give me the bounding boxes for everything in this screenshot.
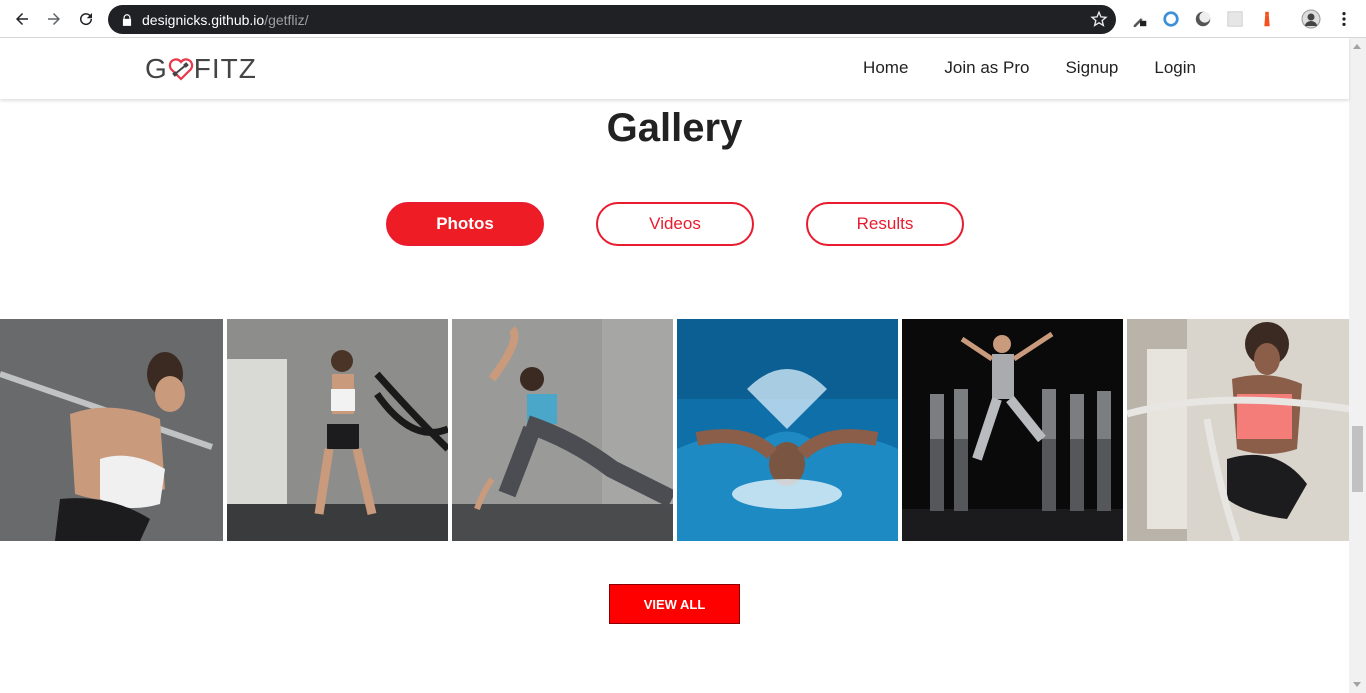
logo[interactable]: G FITZ <box>145 52 257 86</box>
lighthouse-extension-icon[interactable] <box>1257 9 1277 29</box>
photo-rope-workout[interactable] <box>1127 319 1349 541</box>
site-header: G FITZ Home Join as Pro Signup Login <box>0 38 1349 99</box>
more-menu-icon[interactable] <box>1334 9 1354 29</box>
grid-extension-icon[interactable] <box>1225 9 1245 29</box>
reload-icon[interactable] <box>74 7 98 31</box>
nav-signup[interactable]: Signup <box>1065 58 1118 78</box>
photo-butterfly-swimmer[interactable] <box>677 319 898 541</box>
browser-toolbar: designicks.github.io/getfliz/ <box>0 0 1366 38</box>
gallery-title: Gallery <box>606 106 743 150</box>
tab-results[interactable]: Results <box>806 202 964 246</box>
heart-dumbbell-icon <box>168 58 193 81</box>
nav-join-as-pro[interactable]: Join as Pro <box>944 58 1029 78</box>
gallery-tabs: Photos Videos Results <box>386 202 964 246</box>
scroll-up-icon[interactable] <box>1353 44 1361 49</box>
dark-mode-extension-icon[interactable] <box>1193 9 1213 29</box>
photo-dance-troupe[interactable] <box>902 319 1123 541</box>
nav-home[interactable]: Home <box>863 58 908 78</box>
profile-avatar-icon[interactable] <box>1301 9 1321 29</box>
address-bar[interactable]: designicks.github.io/getfliz/ <box>108 5 1116 34</box>
scroll-thumb[interactable] <box>1352 426 1363 492</box>
photo-lunge-stretch[interactable] <box>452 319 673 541</box>
back-icon[interactable] <box>10 7 34 31</box>
view-all-button[interactable]: VIEW ALL <box>609 584 740 624</box>
main-nav: Home Join as Pro Signup Login <box>863 58 1196 78</box>
photo-battle-ropes[interactable] <box>227 319 448 541</box>
scroll-down-icon[interactable] <box>1353 682 1361 687</box>
tab-videos[interactable]: Videos <box>596 202 754 246</box>
page-scrollbar[interactable] <box>1349 38 1366 693</box>
logo-text-right: FITZ <box>193 53 257 84</box>
nav-login[interactable]: Login <box>1154 58 1196 78</box>
bookmark-star-icon[interactable] <box>1090 10 1108 28</box>
logo-text-left: G <box>145 53 168 84</box>
forward-icon[interactable] <box>42 7 66 31</box>
lock-icon <box>122 13 132 26</box>
url-text: designicks.github.io/getfliz/ <box>142 11 309 28</box>
eyedropper-extension-icon[interactable] <box>1130 9 1150 29</box>
photo-strip <box>0 319 1349 541</box>
refresh-extension-icon[interactable] <box>1161 9 1181 29</box>
tab-photos[interactable]: Photos <box>386 202 544 246</box>
photo-barbell-squat[interactable] <box>0 319 223 541</box>
